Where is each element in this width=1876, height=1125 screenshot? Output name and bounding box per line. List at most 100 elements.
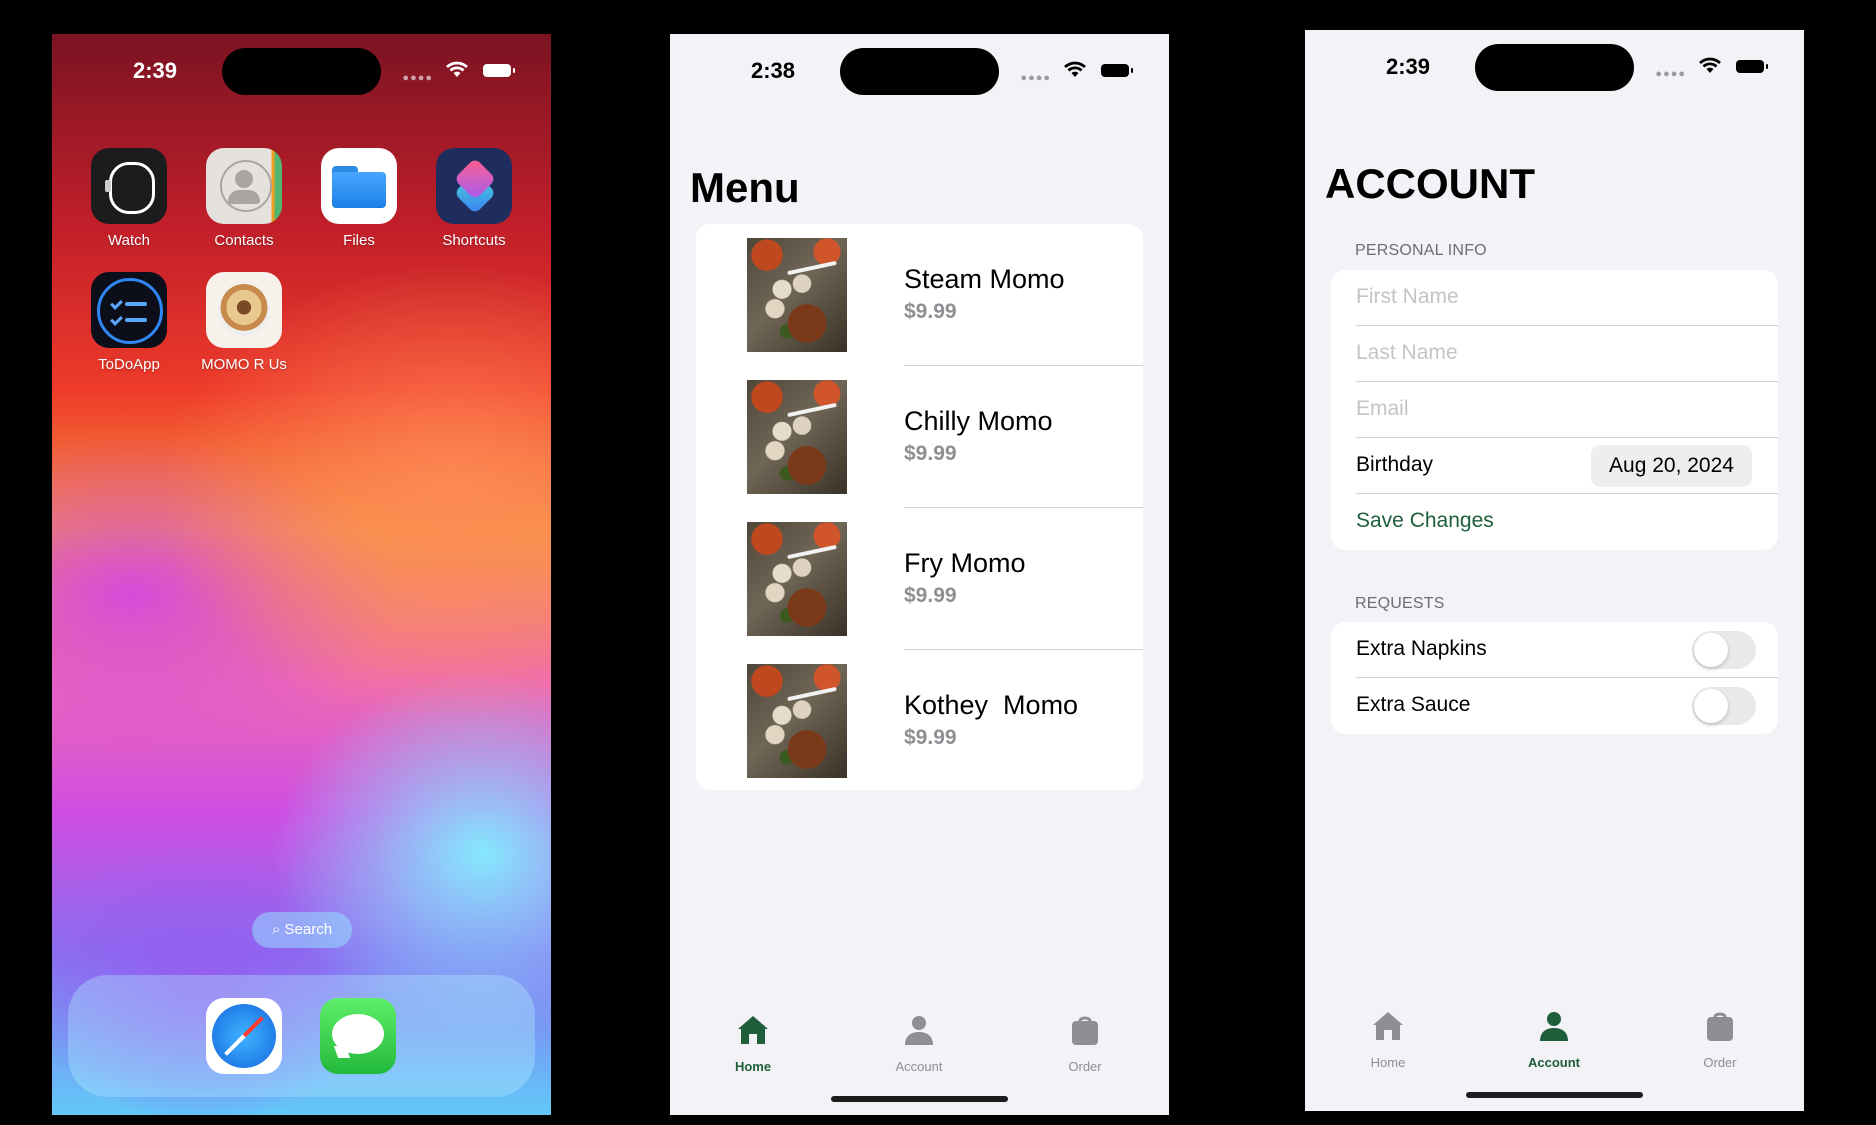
shortcuts-icon bbox=[436, 148, 512, 224]
first-name-placeholder: First Name bbox=[1356, 285, 1459, 308]
todo-icon bbox=[91, 272, 167, 348]
bag-icon bbox=[1707, 1012, 1733, 1041]
files-icon bbox=[321, 148, 397, 224]
save-changes-label: Save Changes bbox=[1356, 509, 1494, 532]
extra-sauce-label: Extra Sauce bbox=[1356, 693, 1471, 716]
dynamic-island bbox=[840, 48, 999, 95]
tab-order[interactable]: Order bbox=[1025, 1012, 1145, 1074]
first-name-field[interactable]: First Name bbox=[1331, 270, 1778, 326]
home-screen: 2:39 ●●●● Watch Contacts Files Shortcuts… bbox=[52, 34, 551, 1115]
home-indicator[interactable] bbox=[831, 1096, 1008, 1102]
watch-icon bbox=[91, 148, 167, 224]
app-label: MOMO R Us bbox=[201, 356, 287, 373]
app-shortcuts[interactable]: Shortcuts bbox=[419, 148, 529, 249]
search-label: Search bbox=[284, 921, 333, 938]
tab-account[interactable]: Account bbox=[859, 1012, 979, 1074]
battery-icon bbox=[1736, 60, 1768, 73]
status-time: 2:38 bbox=[750, 58, 796, 83]
app-label: Files bbox=[343, 232, 375, 249]
section-header-personal-info: PERSONAL INFO bbox=[1355, 242, 1487, 259]
menu-item-kothey-momo[interactable]: Kothey Momo $9.99 bbox=[696, 650, 1143, 790]
person-icon bbox=[1540, 1012, 1568, 1041]
item-name: Steam Momo bbox=[904, 264, 1065, 294]
menu-item-chilly-momo[interactable]: Chilly Momo $9.99 bbox=[696, 366, 1143, 508]
spotlight-search-button[interactable]: ⌕ Search bbox=[252, 912, 352, 948]
extra-napkins-label: Extra Napkins bbox=[1356, 637, 1487, 660]
birthday-date-picker[interactable]: Aug 20, 2024 bbox=[1591, 445, 1752, 487]
status-bar: 2:39 ●●●● bbox=[52, 34, 551, 104]
app-label: Shortcuts bbox=[442, 232, 506, 249]
dynamic-island bbox=[1475, 44, 1634, 91]
app-files[interactable]: Files bbox=[304, 148, 414, 249]
tab-home[interactable]: Home bbox=[693, 1012, 813, 1074]
bag-icon bbox=[1072, 1016, 1098, 1045]
app-label: Watch bbox=[108, 232, 150, 249]
food-image bbox=[747, 380, 847, 494]
food-image bbox=[747, 238, 847, 352]
item-price: $9.99 bbox=[904, 726, 957, 749]
section-header-requests: REQUESTS bbox=[1355, 595, 1445, 612]
tab-label: Account bbox=[1528, 1055, 1580, 1070]
item-price: $9.99 bbox=[904, 584, 957, 607]
contacts-icon bbox=[206, 148, 282, 224]
birthday-row: Birthday Aug 20, 2024 bbox=[1331, 438, 1778, 494]
battery-icon bbox=[483, 64, 515, 77]
last-name-field[interactable]: Last Name bbox=[1331, 326, 1778, 382]
safari-icon[interactable] bbox=[206, 998, 282, 1074]
dynamic-island bbox=[222, 48, 381, 95]
signal-dots-icon: ●●●● bbox=[402, 72, 433, 84]
person-icon bbox=[905, 1016, 933, 1045]
tab-account[interactable]: Account bbox=[1494, 1008, 1614, 1070]
food-image bbox=[747, 522, 847, 636]
tab-label: Order bbox=[1068, 1059, 1102, 1074]
extra-napkins-toggle[interactable] bbox=[1692, 631, 1756, 669]
app-label: ToDoApp bbox=[98, 356, 160, 373]
dock bbox=[68, 975, 535, 1097]
item-name: Kothey Momo bbox=[904, 690, 1079, 720]
last-name-placeholder: Last Name bbox=[1356, 341, 1458, 364]
save-changes-button[interactable]: Save Changes bbox=[1331, 494, 1778, 550]
wifi-icon bbox=[1699, 57, 1721, 73]
extra-napkins-row: Extra Napkins bbox=[1331, 622, 1778, 678]
email-placeholder: Email bbox=[1356, 397, 1409, 420]
menu-item-fry-momo[interactable]: Fry Momo $9.99 bbox=[696, 508, 1143, 650]
messages-icon[interactable] bbox=[320, 998, 396, 1074]
extra-sauce-row: Extra Sauce bbox=[1331, 678, 1778, 734]
menu-screen: 2:38 ●●●● Menu Steam Momo $9.99 Chilly M… bbox=[670, 34, 1169, 1115]
momo-icon bbox=[206, 272, 282, 348]
extra-sauce-toggle[interactable] bbox=[1692, 687, 1756, 725]
item-price: $9.99 bbox=[904, 442, 957, 465]
tab-bar: Home Account Order bbox=[670, 1012, 1169, 1092]
tab-order[interactable]: Order bbox=[1660, 1008, 1780, 1070]
food-image bbox=[747, 664, 847, 778]
status-bar: 2:38 ●●●● bbox=[670, 34, 1169, 104]
item-name: Fry Momo bbox=[904, 548, 1026, 578]
app-todo[interactable]: ToDoApp bbox=[74, 272, 184, 373]
home-indicator[interactable] bbox=[1466, 1092, 1643, 1098]
tab-label: Order bbox=[1703, 1055, 1737, 1070]
search-icon: ⌕ bbox=[271, 921, 281, 938]
app-watch[interactable]: Watch bbox=[74, 148, 184, 249]
house-icon bbox=[1373, 1012, 1403, 1040]
item-name: Chilly Momo bbox=[904, 406, 1053, 436]
menu-list: Steam Momo $9.99 Chilly Momo $9.99 Fry M… bbox=[696, 224, 1143, 790]
wifi-icon bbox=[446, 61, 468, 77]
wifi-icon bbox=[1064, 61, 1086, 77]
email-field[interactable]: Email bbox=[1331, 382, 1778, 438]
house-icon bbox=[738, 1016, 768, 1044]
battery-icon bbox=[1101, 64, 1133, 77]
tab-label: Home bbox=[1370, 1055, 1406, 1070]
status-time: 2:39 bbox=[132, 58, 178, 83]
signal-dots-icon: ●●●● bbox=[1655, 68, 1686, 80]
app-momo[interactable]: MOMO R Us bbox=[189, 272, 299, 373]
signal-dots-icon: ●●●● bbox=[1020, 72, 1051, 84]
item-price: $9.99 bbox=[904, 300, 957, 323]
page-title: ACCOUNT bbox=[1325, 160, 1535, 207]
requests-group: Extra Napkins Extra Sauce bbox=[1331, 622, 1778, 734]
menu-item-steam-momo[interactable]: Steam Momo $9.99 bbox=[696, 224, 1143, 366]
app-contacts[interactable]: Contacts bbox=[189, 148, 299, 249]
app-label: Contacts bbox=[214, 232, 274, 249]
tab-home[interactable]: Home bbox=[1328, 1008, 1448, 1070]
tab-bar: Home Account Order bbox=[1305, 1008, 1804, 1088]
account-screen: 2:39 ●●●● ACCOUNT PERSONAL INFO First Na… bbox=[1305, 30, 1804, 1111]
